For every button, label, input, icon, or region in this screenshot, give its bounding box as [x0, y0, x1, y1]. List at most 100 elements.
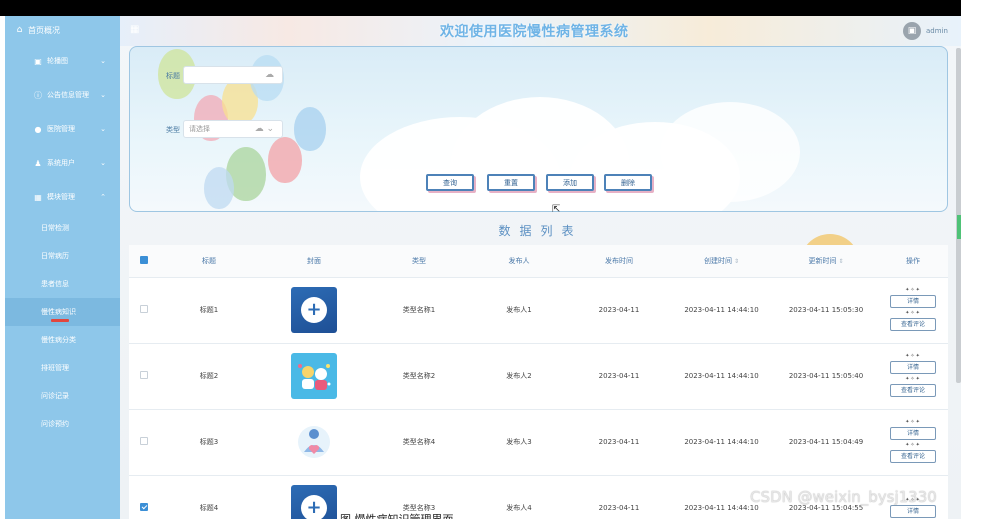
figure-caption: 图 慢性病知识管理界面	[340, 511, 454, 519]
cartoon-doctors-icon	[298, 364, 331, 390]
sidebar-subitem-consult-record[interactable]: 问诊记录	[5, 382, 120, 410]
sidebar-item-carousel[interactable]: ▣ 轮播图 ⌄	[5, 44, 120, 78]
cover-image[interactable]: +	[291, 485, 337, 519]
chevron-down-icon: ⌄	[100, 91, 106, 99]
sidebar-subitem-label: 患者信息	[41, 280, 69, 288]
view-comments-button[interactable]: 查看评论	[890, 384, 936, 397]
sidebar-item-home[interactable]: ⌂ 首页概况	[5, 16, 120, 44]
sidebar-subitem-label: 排班管理	[41, 364, 69, 372]
watermark: CSDN @weixin_bysj1330	[750, 488, 937, 506]
user-icon: ♟	[34, 158, 42, 168]
add-button[interactable]: 添加	[546, 174, 594, 191]
sidebar-item-hospital[interactable]: ● 医院管理 ⌄	[5, 112, 120, 146]
cell-type: 类型名称1	[369, 277, 469, 344]
cover-image[interactable]	[291, 353, 337, 399]
delete-button[interactable]: 删除	[604, 174, 652, 191]
sidebar-subitem-label: 问诊记录	[41, 392, 69, 400]
sidebar-subitem-patient-info[interactable]: 患者信息	[5, 270, 120, 298]
cell-title: 标题4	[159, 475, 259, 519]
title-label: 标题	[166, 72, 180, 80]
sidebar-item-system-user[interactable]: ♟ 系统用户 ⌄	[5, 146, 120, 180]
table-row: 标题1 + 类型名称1 发布人1 2023-04-11 2023-04-11 1…	[129, 277, 948, 344]
column-header-sortable[interactable]: 更新时间 ⇕	[774, 245, 878, 278]
sidebar-subitem-chronic-category[interactable]: 慢性病分类	[5, 326, 120, 354]
cover-image[interactable]: +	[291, 287, 337, 333]
select-all-checkbox[interactable]	[129, 245, 159, 278]
cell-type: 类型名称2	[369, 343, 469, 410]
sort-icon[interactable]: ⇕	[838, 258, 843, 265]
cell-publisher: 发布人1	[469, 277, 569, 344]
chevron-down-icon: ⌄	[100, 57, 106, 65]
type-select[interactable]: 请选择 ☁ ⌄	[183, 120, 283, 138]
cell-updated: 2023-04-11 15:05:40	[774, 343, 878, 410]
medical-cross-icon: +	[301, 297, 327, 323]
sparkle-icon: ✦✧✦	[905, 353, 921, 359]
table-row: 标题2 类型名称2 发布人2 2023-04-11 2023-04-11 14:…	[129, 343, 948, 410]
page-title: 欢迎使用医院慢性病管理系统	[440, 24, 629, 40]
info-icon: ⓘ	[34, 90, 42, 100]
cell-created: 2023-04-11 14:44:10	[669, 409, 774, 476]
cell-publish-date: 2023-04-11	[569, 409, 669, 476]
sidebar: ⌂ 首页概况 ▣ 轮播图 ⌄ ⓘ 公告信息管理 ⌄ ● 医院管理 ⌄ ♟ 系统用…	[5, 16, 120, 519]
grid-icon: ▦	[34, 192, 42, 202]
sidebar-subitem-schedule[interactable]: 排班管理	[5, 354, 120, 382]
column-header-label: 创建时间	[703, 256, 732, 265]
sidebar-item-label: 轮播图	[47, 57, 68, 65]
sidebar-subitem-consult-booking[interactable]: 问诊预约	[5, 410, 120, 438]
detail-button[interactable]: 详情	[890, 427, 936, 440]
detail-button[interactable]: 详情	[890, 295, 936, 308]
search-panel: 标题 ☁ 类型 请选择 ☁ ⌄ 查询 重置 添加 删除	[129, 46, 948, 212]
cell-updated: 2023-04-11 15:05:30	[774, 277, 878, 344]
cell-publisher: 发布人4	[469, 475, 569, 519]
row-checkbox[interactable]	[140, 371, 148, 379]
avatar[interactable]: ▣	[903, 22, 921, 40]
reset-button[interactable]: 重置	[487, 174, 535, 191]
username[interactable]: admin	[926, 27, 948, 35]
cell-title: 标题1	[159, 277, 259, 344]
sidebar-subitem-daily-record[interactable]: 日常病历	[5, 242, 120, 270]
sidebar-subitem-chronic-knowledge[interactable]: 慢性病知识	[5, 298, 120, 326]
row-checkbox[interactable]	[140, 503, 148, 511]
sidebar-item-label: 公告信息管理	[47, 91, 89, 99]
column-header-sortable[interactable]: 创建时间 ⇕	[669, 245, 774, 278]
cell-title: 标题2	[159, 343, 259, 410]
window-top-bar	[0, 0, 961, 16]
cell-actions: ✦✧✦ 详情 ✦✧✦ 查看评论	[878, 343, 948, 410]
query-button[interactable]: 查询	[426, 174, 474, 191]
cover-image[interactable]	[291, 419, 337, 465]
sidebar-subitem-daily-check[interactable]: 日常检测	[5, 214, 120, 242]
detail-button[interactable]: 详情	[890, 504, 936, 518]
chevron-up-icon: ⌃	[100, 193, 106, 201]
row-checkbox[interactable]	[140, 437, 148, 445]
sparkle-icon: ✦✧✦	[905, 419, 921, 425]
cell-title: 标题3	[159, 409, 259, 476]
sidebar-item-label: 首页概况	[28, 25, 60, 35]
sidebar-item-label: 医院管理	[47, 125, 75, 133]
sidebar-item-notice[interactable]: ⓘ 公告信息管理 ⌄	[5, 78, 120, 112]
list-title: 数据列表	[498, 224, 583, 238]
view-comments-button[interactable]: 查看评论	[890, 450, 936, 463]
row-checkbox[interactable]	[140, 305, 148, 313]
cell-created: 2023-04-11 14:44:10	[669, 343, 774, 410]
doctor-heart-icon	[298, 426, 330, 458]
chevron-down-icon: ☁ ⌄	[254, 124, 274, 134]
detail-button[interactable]: 详情	[890, 361, 936, 374]
cloud-decoration	[660, 102, 800, 202]
image-icon: ▣	[34, 56, 42, 66]
sidebar-item-label: 系统用户	[47, 159, 75, 167]
cell-publisher: 发布人2	[469, 343, 569, 410]
checkbox[interactable]	[140, 255, 148, 264]
sparkle-icon: ✦✧✦	[905, 310, 921, 316]
cell-actions: ✦✧✦ 详情 ✦✧✦ 查看评论	[878, 277, 948, 344]
sidebar-item-modules[interactable]: ▦ 模块管理 ⌃	[5, 180, 120, 214]
sparkle-icon: ✦✧✦	[905, 442, 921, 448]
sidebar-item-label: 模块管理	[47, 193, 75, 201]
location-icon: ●	[34, 124, 42, 134]
menu-grid-icon[interactable]: ▦	[130, 25, 140, 35]
sort-icon[interactable]: ⇕	[734, 258, 739, 265]
column-header: 发布人	[469, 245, 569, 278]
cell-type: 类型名称4	[369, 409, 469, 476]
sparkle-icon: ✦✧✦	[905, 376, 921, 382]
view-comments-button[interactable]: 查看评论	[890, 318, 936, 331]
title-input[interactable]: ☁	[183, 66, 283, 84]
